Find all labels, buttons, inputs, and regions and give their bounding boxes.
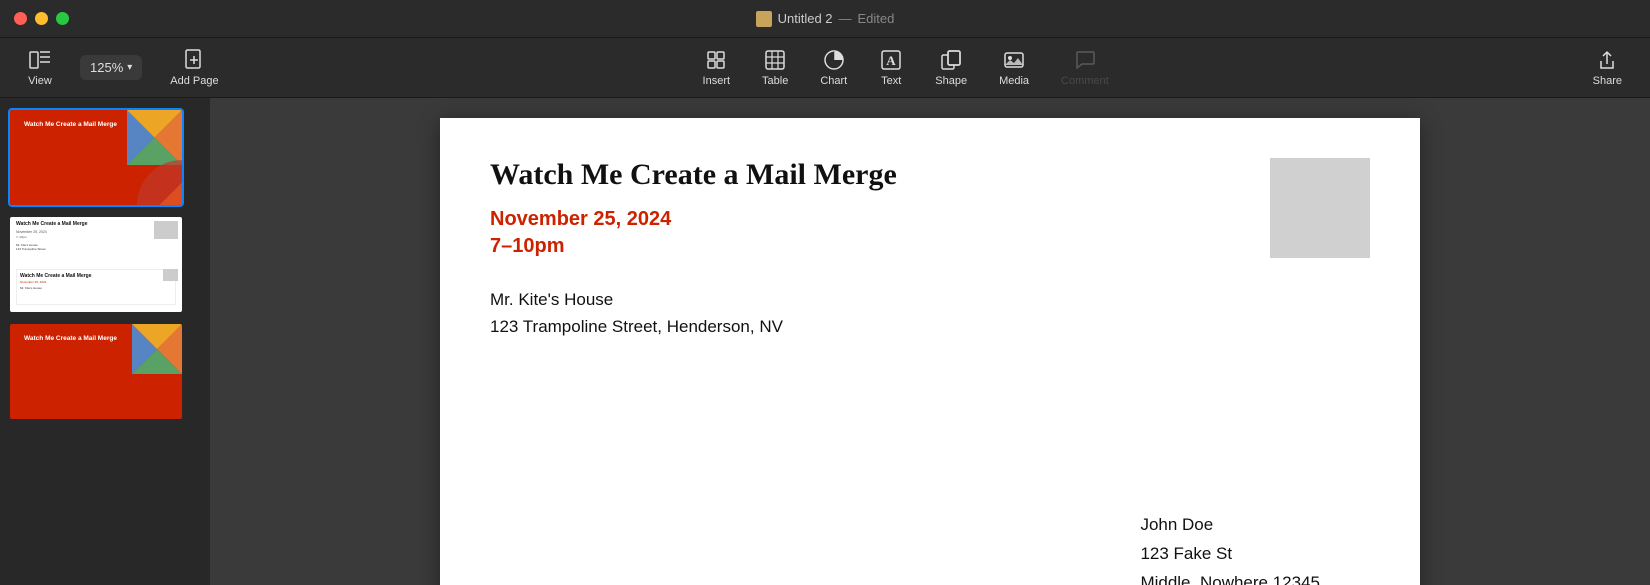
recipient-address: John Doe 123 Fake St Middle, Nowhere 123… bbox=[1140, 511, 1320, 585]
main-area: 1 Watch Me Create a Mail Merge bbox=[0, 98, 1650, 585]
slide-panel: 1 Watch Me Create a Mail Merge bbox=[0, 98, 210, 585]
toolbar: View 125% ▾ Add Page bbox=[0, 38, 1650, 98]
add-page-icon bbox=[182, 48, 206, 72]
text-button[interactable]: A Text bbox=[867, 42, 915, 93]
zoom-chevron-icon: ▾ bbox=[127, 62, 132, 73]
zoom-control[interactable]: 125% ▾ bbox=[80, 55, 142, 80]
comment-icon bbox=[1073, 48, 1097, 72]
add-page-button[interactable]: Add Page bbox=[158, 42, 230, 93]
text-icon: A bbox=[879, 48, 903, 72]
chart-label: Chart bbox=[820, 75, 847, 87]
minimize-button[interactable] bbox=[35, 12, 48, 25]
window-controls bbox=[14, 12, 69, 25]
document-date: November 25, 2024 bbox=[490, 208, 1370, 231]
titlebar-title: Untitled 2 — Edited bbox=[756, 11, 895, 27]
slide-thumbnail-2[interactable]: 2 Watch Me Create a Mail Merge November … bbox=[8, 215, 202, 314]
recipient-name: John Doe bbox=[1140, 511, 1320, 540]
slide-thumbnail-1[interactable]: 1 Watch Me Create a Mail Merge bbox=[8, 108, 202, 207]
slide-thumb-3[interactable]: Watch Me Create a Mail Merge bbox=[8, 322, 184, 421]
titlebar: Untitled 2 — Edited bbox=[0, 0, 1650, 38]
chart-icon bbox=[822, 48, 846, 72]
zoom-value: 125% bbox=[90, 60, 123, 75]
table-button[interactable]: Table bbox=[750, 42, 800, 93]
shape-label: Shape bbox=[935, 75, 967, 87]
insert-button[interactable]: Insert bbox=[691, 42, 743, 93]
shape-icon bbox=[939, 48, 963, 72]
slide-thumb-2[interactable]: Watch Me Create a Mail Merge November 25… bbox=[8, 215, 184, 314]
document-icon bbox=[756, 11, 772, 27]
document-title: Untitled 2 bbox=[778, 11, 833, 26]
document-status: Edited bbox=[858, 11, 895, 26]
comment-button[interactable]: Comment bbox=[1049, 42, 1121, 93]
recipient-street: 123 Fake St bbox=[1140, 540, 1320, 569]
close-button[interactable] bbox=[14, 12, 27, 25]
text-label: Text bbox=[881, 75, 901, 87]
table-icon bbox=[763, 48, 787, 72]
share-icon bbox=[1595, 48, 1619, 72]
svg-text:A: A bbox=[887, 53, 897, 68]
comment-label: Comment bbox=[1061, 75, 1109, 87]
maximize-button[interactable] bbox=[56, 12, 69, 25]
document-time: 7–10pm bbox=[490, 235, 1370, 258]
slide-thumbnail-3[interactable]: Watch Me Create a Mail Merge bbox=[8, 322, 202, 421]
view-icon bbox=[28, 48, 52, 72]
document-page: Watch Me Create a Mail Merge November 25… bbox=[440, 118, 1420, 585]
sender-address-line2: 123 Trampoline Street, Henderson, NV bbox=[490, 313, 1370, 340]
toolbar-left: View 125% ▾ Add Page bbox=[16, 42, 231, 93]
media-icon bbox=[1002, 48, 1026, 72]
toolbar-center: Insert Table bbox=[231, 42, 1581, 93]
media-button[interactable]: Media bbox=[987, 42, 1041, 93]
sender-address: Mr. Kite's House 123 Trampoline Street, … bbox=[490, 286, 1370, 340]
image-placeholder bbox=[1270, 158, 1370, 258]
title-separator: — bbox=[839, 11, 852, 26]
table-label: Table bbox=[762, 75, 788, 87]
media-label: Media bbox=[999, 75, 1029, 87]
view-button[interactable]: View bbox=[16, 42, 64, 93]
sender-address-line1: Mr. Kite's House bbox=[490, 286, 1370, 313]
chart-button[interactable]: Chart bbox=[808, 42, 859, 93]
view-label: View bbox=[28, 75, 52, 87]
recipient-city: Middle, Nowhere 12345 bbox=[1140, 569, 1320, 585]
add-page-label: Add Page bbox=[170, 75, 218, 87]
insert-label: Insert bbox=[703, 75, 731, 87]
canvas-area: Watch Me Create a Mail Merge November 25… bbox=[210, 98, 1650, 585]
slide-thumb-1[interactable]: Watch Me Create a Mail Merge bbox=[8, 108, 184, 207]
share-label: Share bbox=[1593, 75, 1622, 87]
toolbar-right: Share bbox=[1581, 42, 1634, 93]
shape-button[interactable]: Shape bbox=[923, 42, 979, 93]
insert-icon bbox=[704, 48, 728, 72]
thumb2-image-placeholder bbox=[154, 221, 178, 239]
document-title: Watch Me Create a Mail Merge bbox=[490, 158, 1370, 192]
share-button[interactable]: Share bbox=[1581, 42, 1634, 93]
